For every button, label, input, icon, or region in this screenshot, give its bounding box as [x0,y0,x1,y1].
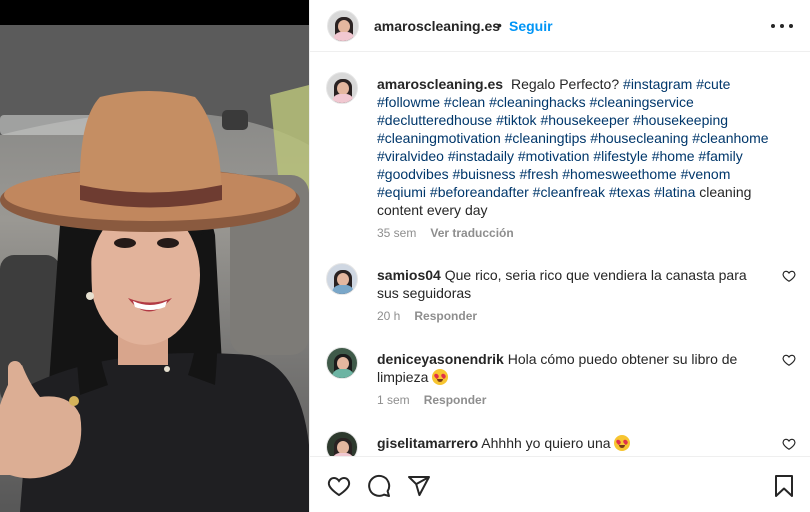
hashtag-link[interactable]: #housecleaning [590,130,688,146]
star-struck-emoji [432,369,449,385]
hashtag-link[interactable]: #goodvibes [377,166,449,182]
comment-body: Ahhhh yo quiero una [481,435,611,451]
bookmark-icon[interactable] [772,474,796,498]
media-top-bar [0,0,309,25]
hashtag-link[interactable]: #fresh [519,166,558,182]
hashtag-link[interactable]: #cleanhome [692,130,768,146]
hashtag-link[interactable]: #housekeeper [540,112,629,128]
hashtag-link[interactable]: #housekeeping [633,112,728,128]
comment-username[interactable]: giselitamarrero [377,435,478,451]
follow-button[interactable]: Seguir [509,18,553,34]
hashtag-link[interactable]: #venom [681,166,731,182]
hashtag-link[interactable]: #eqiumi [377,184,426,200]
heart-icon[interactable] [782,353,796,367]
translate-button[interactable]: Ver traducción [430,226,513,240]
hashtag-link[interactable]: #cute [696,76,730,92]
comments-section[interactable]: amaroscleaning.es Regalo Perfecto? #inst… [310,53,810,456]
hashtag-link[interactable]: #motivation [518,148,590,164]
hashtag-link[interactable]: #cleaningtips [505,130,587,146]
star-struck-emoji [614,435,631,451]
comment-text: deniceyasonendrik Hola cómo puedo obtene… [377,350,757,386]
share-icon[interactable] [407,474,431,498]
caption-hashtags: #instagram #cute #followme #clean #clean… [377,76,769,200]
post-action-bar [310,456,810,512]
hashtag-link[interactable]: #declutteredhouse [377,112,492,128]
hashtag-link[interactable]: #instadaily [448,148,514,164]
heart-icon[interactable] [327,474,351,498]
hashtag-link[interactable]: #followme [377,94,440,110]
post-detail-panel: amaroscleaning.es • Seguir amaroscleanin… [309,0,810,512]
comment-avatar[interactable] [326,431,358,456]
heart-icon[interactable] [782,269,796,283]
comment-text: giselitamarrero Ahhhh yo quiero una [377,434,757,452]
hashtag-link[interactable]: #texas [609,184,650,200]
hashtag-link[interactable]: #instagram [623,76,692,92]
comment-username[interactable]: samios04 [377,267,441,283]
comment-avatar[interactable] [326,347,358,379]
hashtag-link[interactable]: #home [652,148,695,164]
heart-icon[interactable] [782,437,796,451]
post-media[interactable] [0,0,309,512]
hashtag-link[interactable]: #tiktok [496,112,536,128]
comment-meta: 1 sem Responder [377,393,486,407]
caption-plain-text: Regalo Perfecto? [510,76,620,92]
hashtag-link[interactable]: #lifestyle [593,148,647,164]
comment-time: 20 h [377,309,401,323]
hashtag-link[interactable]: #homesweethome [562,166,676,182]
hashtag-link[interactable]: #family [698,148,742,164]
more-dots-icon[interactable] [770,16,794,36]
reply-button[interactable]: Responder [424,393,487,407]
reply-button[interactable]: Responder [414,309,477,323]
hashtag-link[interactable]: #cleaninghacks [489,94,586,110]
comment-icon[interactable] [367,474,391,498]
hashtag-link[interactable]: #clean [444,94,485,110]
caption-text: amaroscleaning.es Regalo Perfecto? #inst… [377,75,777,219]
instagram-post-viewer: amaroscleaning.es • Seguir amaroscleanin… [0,0,810,512]
hashtag-link[interactable]: #cleaningservice [589,94,693,110]
comment-meta: 20 h Responder [377,309,477,323]
comment-text: samios04 Que rico, seria rico que vendie… [377,266,757,302]
post-header: amaroscleaning.es • Seguir [310,0,810,52]
hashtag-link[interactable]: #buisness [453,166,516,182]
caption-username[interactable]: amaroscleaning.es [377,76,503,92]
caption-meta: 35 sem Ver traducción [377,226,514,240]
hashtag-link[interactable]: #beforeandafter [430,184,529,200]
hashtag-link[interactable]: #latina [654,184,695,200]
comment-time: 1 sem [377,393,410,407]
caption-time: 35 sem [377,226,417,240]
hashtag-link[interactable]: #cleanfreak [533,184,605,200]
hashtag-link[interactable]: #cleaningmotivation [377,130,501,146]
comment-username[interactable]: deniceyasonendrik [377,351,504,367]
hashtag-link[interactable]: #viralvideo [377,148,444,164]
caption-avatar[interactable] [326,72,358,104]
header-separator: • [497,17,502,33]
author-username[interactable]: amaroscleaning.es [374,18,500,34]
author-avatar[interactable] [327,10,359,42]
post-photo[interactable] [0,25,309,512]
comment-avatar[interactable] [326,263,358,295]
photo-illustration [0,25,309,512]
